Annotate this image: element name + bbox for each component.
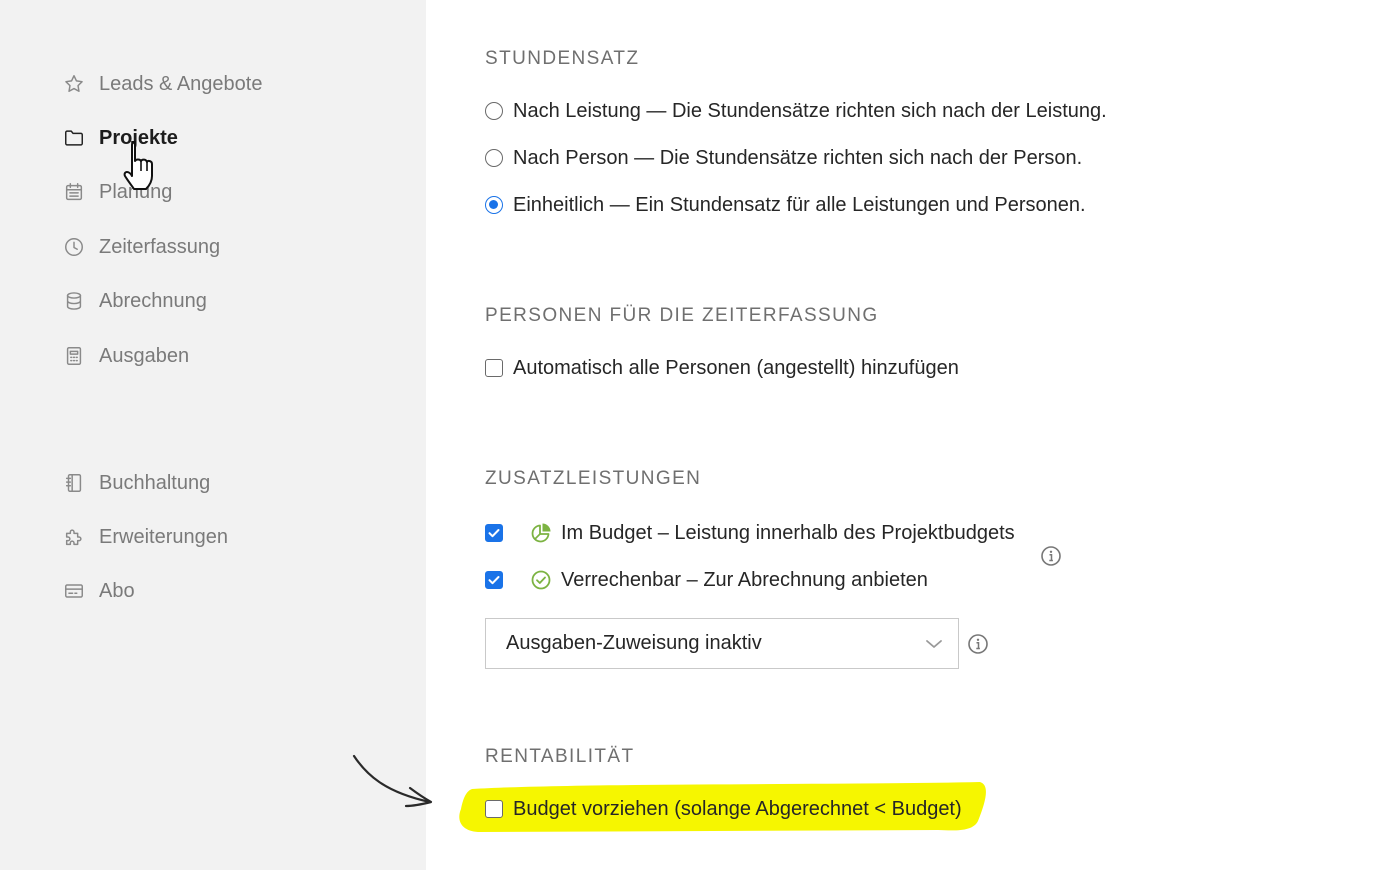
radio-nach-person[interactable]: Nach Person — Die Stundensätze richten s… (485, 144, 1082, 172)
select-value: Ausgaben-Zuweisung inaktiv (506, 632, 762, 654)
clock-icon (62, 235, 86, 259)
checkbox[interactable] (485, 800, 503, 818)
checkbox-label: Budget vorziehen (solange Abgerechnet < … (513, 797, 962, 820)
section-title-stundensatz: Stundensatz (485, 48, 640, 69)
pie-chart-icon (531, 523, 551, 543)
sidebar-item-abo[interactable]: Abo (62, 576, 135, 606)
hand-cursor-icon (123, 141, 153, 190)
sidebar-item-ausgaben[interactable]: Ausgaben (62, 341, 189, 371)
checkbox-verrechenbar[interactable]: Verrechenbar – Zur Abrechnung anbieten (485, 566, 928, 594)
folder-icon (62, 126, 86, 150)
section-title-rentabilitaet: Rentabilität (485, 746, 635, 767)
checkbox-label: Im Budget – Leistung innerhalb des Proje… (561, 521, 1015, 544)
sidebar-item-zeiterfassung[interactable]: Zeiterfassung (62, 232, 220, 262)
check-circle-icon (531, 570, 551, 590)
ledger-icon (62, 471, 86, 495)
sidebar-item-abrechnung[interactable]: Abrechnung (62, 286, 207, 316)
star-icon (62, 72, 86, 96)
section-title-zusatzleistungen: Zusatzleistungen (485, 468, 702, 489)
calculator-icon (62, 344, 86, 368)
chevron-down-icon (926, 640, 942, 648)
checkbox-personen-automatisch[interactable]: Automatisch alle Personen (angestellt) h… (485, 354, 959, 382)
checkbox[interactable] (485, 524, 503, 542)
calendar-icon (62, 180, 86, 204)
radio-nach-leistung[interactable]: Nach Leistung — Die Stundensätze richten… (485, 97, 1107, 125)
sidebar: Leads & Angebote Projekte Planung Zeiter… (0, 0, 426, 870)
radio-button[interactable] (485, 196, 503, 214)
settings-panel: Stundensatz Nach Leistung — Die Stundens… (426, 0, 1400, 870)
sidebar-item-label: Buchhaltung (99, 471, 211, 494)
checkbox[interactable] (485, 359, 503, 377)
info-icon[interactable] (967, 633, 989, 655)
database-icon (62, 289, 86, 313)
sidebar-item-label: Erweiterungen (99, 525, 228, 548)
credit-card-icon (62, 579, 86, 603)
radio-label: Nach Person — Die Stundensätze richten s… (513, 146, 1083, 169)
radio-button[interactable] (485, 102, 503, 120)
radio-einheitlich[interactable]: Einheitlich — Ein Stundensatz für alle L… (485, 191, 1086, 219)
checkbox-label: Automatisch alle Personen (angestellt) h… (513, 356, 959, 379)
radio-label: Einheitlich — Ein Stundensatz für alle L… (513, 193, 1086, 216)
section-title-personen: Personen für die Zeiterfassung (485, 305, 879, 326)
sidebar-item-label: Leads & Angebote (99, 72, 263, 95)
radio-button[interactable] (485, 149, 503, 167)
sidebar-item-leads[interactable]: Leads & Angebote (62, 69, 262, 99)
checkbox-budget-vorziehen[interactable]: Budget vorziehen (solange Abgerechnet < … (485, 795, 962, 823)
radio-label: Nach Leistung — Die Stundensätze richten… (513, 99, 1107, 122)
puzzle-icon (62, 525, 86, 549)
info-icon[interactable] (1040, 545, 1062, 567)
ausgaben-zuweisung-select[interactable]: Ausgaben-Zuweisung inaktiv (485, 618, 959, 669)
sidebar-item-label: Zeiterfassung (99, 235, 221, 258)
annotation-arrow-icon (352, 754, 433, 808)
sidebar-item-buchhaltung[interactable]: Buchhaltung (62, 468, 210, 498)
sidebar-item-label: Ausgaben (99, 344, 190, 367)
sidebar-item-erweiterungen[interactable]: Erweiterungen (62, 522, 228, 552)
sidebar-item-label: Abo (99, 579, 135, 602)
checkbox-label: Verrechenbar – Zur Abrechnung anbieten (561, 568, 928, 591)
checkbox[interactable] (485, 571, 503, 589)
sidebar-item-label: Abrechnung (99, 289, 207, 312)
checkbox-im-budget[interactable]: Im Budget – Leistung innerhalb des Proje… (485, 519, 1015, 547)
